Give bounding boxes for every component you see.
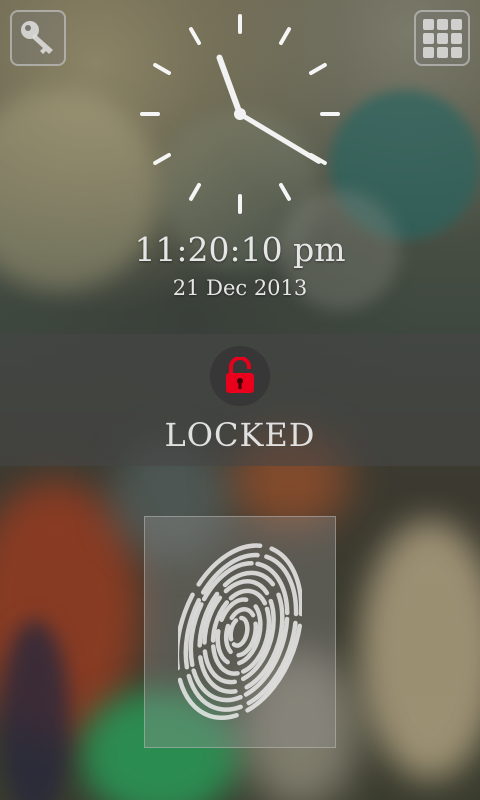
clock-tick bbox=[309, 63, 327, 75]
hour-hand bbox=[216, 54, 243, 117]
digital-time: 11:20:10 pm bbox=[134, 230, 346, 269]
minute-hand bbox=[237, 111, 322, 164]
app-grid-button[interactable] bbox=[414, 10, 470, 66]
key-icon bbox=[21, 21, 53, 54]
fingerprint-scanner[interactable] bbox=[144, 516, 336, 748]
clock-tick bbox=[189, 27, 201, 45]
clock-tick bbox=[279, 183, 291, 201]
clock-tick bbox=[153, 63, 171, 75]
key-button[interactable] bbox=[10, 10, 66, 66]
padlock-icon bbox=[226, 357, 254, 393]
grid-icon bbox=[422, 18, 462, 58]
fingerprint-icon bbox=[178, 543, 302, 721]
clock-tick bbox=[279, 27, 291, 45]
lock-status-text: LOCKED bbox=[164, 416, 316, 454]
clock-tick bbox=[153, 153, 171, 165]
lock-status-panel: LOCKED bbox=[0, 334, 480, 466]
date-label: 21 Dec 2013 bbox=[172, 276, 308, 300]
analog-clock bbox=[140, 14, 340, 214]
clock-tick bbox=[189, 183, 201, 201]
lock-button[interactable] bbox=[210, 346, 270, 406]
